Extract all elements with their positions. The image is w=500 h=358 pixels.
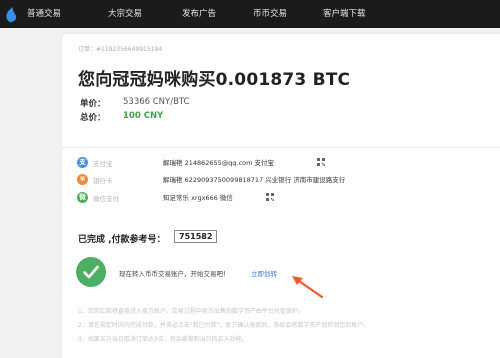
order-card: 订单：#1192356649915194 您向冠冠妈咪购买0.001873 BT… bbox=[62, 34, 500, 358]
qr-code-icon[interactable] bbox=[266, 193, 274, 201]
payment-method-name: 银行卡 bbox=[93, 177, 113, 185]
total-value: 100 CNY bbox=[123, 111, 164, 121]
transfer-notice-text: 现在转入币币交易账户，开始交易吧！ bbox=[119, 270, 230, 278]
divider bbox=[62, 147, 500, 148]
payment-row-bank-card: ¥ 银行卡 解瑞艳 6229093750099818717 兴业银行 济南市建设… bbox=[77, 173, 497, 187]
tip-line: 2、请在规定时间内完成付款，并务必点击"我已付款"，卖方确认收款后，系统会将数字… bbox=[78, 322, 370, 329]
alipay-icon: 支 bbox=[77, 157, 88, 168]
payment-detail: 解瑞艳 214862655@qq.com 支付宝 bbox=[163, 159, 275, 167]
wechat-pay-icon: 微 bbox=[77, 192, 88, 203]
payment-row-alipay: 支 支付宝 解瑞艳 214862655@qq.com 支付宝 bbox=[77, 156, 497, 170]
price-value: 53366 CNY/BTC bbox=[123, 97, 190, 107]
payment-detail: 知足常乐 xrgx666 微信 bbox=[163, 194, 233, 202]
payment-completed-label: 已完成 ,付款参考号： bbox=[78, 235, 166, 245]
top-nav-bar: 普通交易 大宗交易 发布广告 币币交易 客户端下载 bbox=[0, 0, 500, 28]
tip-line: 3、如果买方当日取消订单达3次，将会被限制当日的买入功能。 bbox=[78, 336, 248, 343]
logo-icon[interactable] bbox=[4, 4, 20, 24]
success-check-icon bbox=[76, 257, 106, 287]
nav-item-client-download[interactable]: 客户端下载 bbox=[323, 0, 366, 28]
nav-item-coin-trade[interactable]: 币币交易 bbox=[253, 0, 287, 28]
transfer-now-link[interactable]: 立即划转 bbox=[251, 268, 277, 278]
arrow-annotation-icon bbox=[292, 276, 324, 299]
nav-item-post-ad[interactable]: 发布广告 bbox=[182, 0, 216, 28]
price-label: 单价： bbox=[80, 99, 106, 109]
reference-code-box: 751582 bbox=[174, 230, 218, 243]
payment-method-name: 微信支付 bbox=[93, 195, 119, 203]
payment-method-name: 支付宝 bbox=[93, 160, 113, 168]
tip-line: 1、您的汇款将直接进入卖方账户，交易过程中卖方出售的数字资产由平台托管保护。 bbox=[78, 308, 304, 315]
order-number: 订单：#1192356649915194 bbox=[78, 46, 163, 53]
payment-row-wechat: 微 微信支付 知足常乐 xrgx666 微信 bbox=[77, 191, 497, 205]
payment-detail: 解瑞艳 6229093750099818717 兴业银行 济南市建设路支行 bbox=[163, 176, 346, 184]
nav-item-normal-trade[interactable]: 普通交易 bbox=[27, 0, 61, 28]
bank-card-icon: ¥ bbox=[77, 174, 88, 185]
qr-code-icon[interactable] bbox=[317, 158, 325, 166]
page-title: 您向冠冠妈咪购买0.001873 BTC bbox=[78, 70, 351, 90]
total-label: 总价： bbox=[80, 113, 106, 123]
nav-item-block-trade[interactable]: 大宗交易 bbox=[108, 0, 142, 28]
